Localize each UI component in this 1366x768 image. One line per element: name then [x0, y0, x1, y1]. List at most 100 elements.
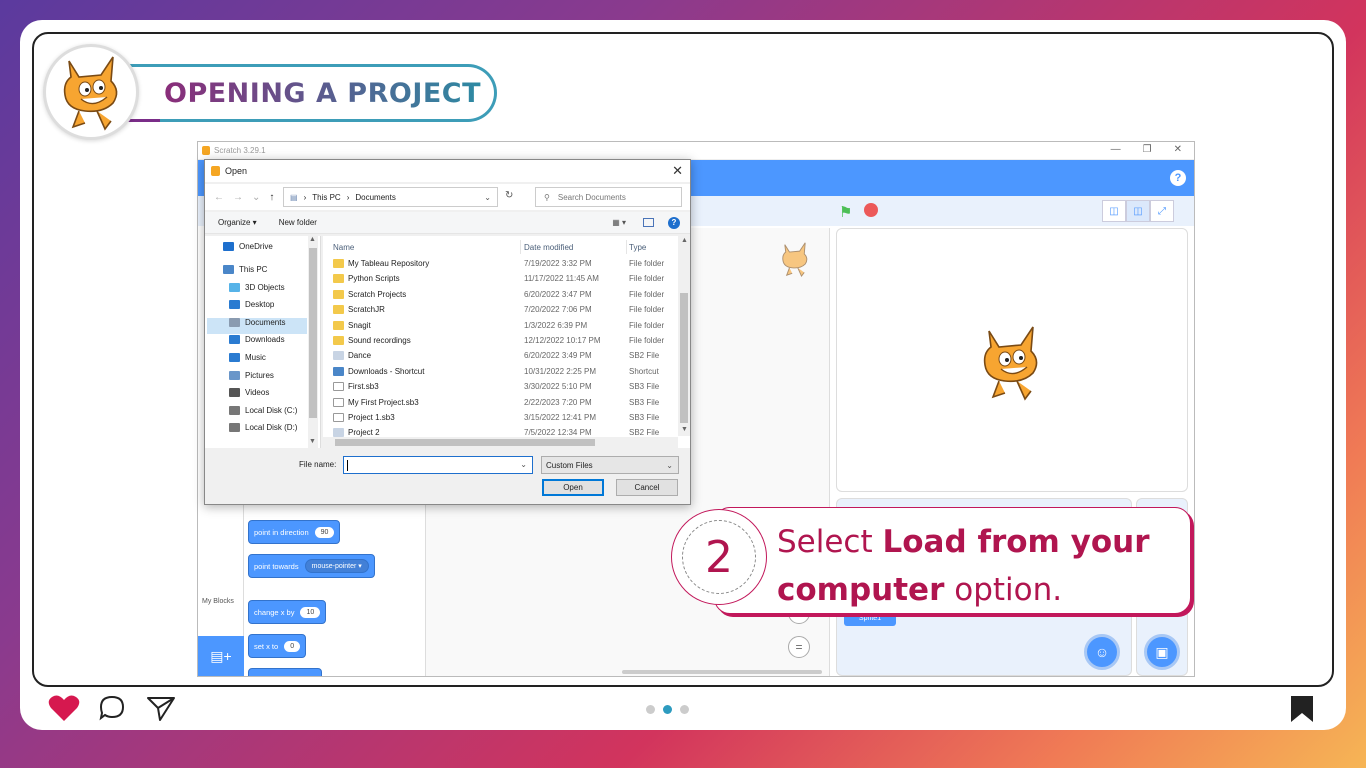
file-row[interactable]: Dance 6/20/2022 3:49 PM SB2 File	[333, 348, 679, 363]
nav-item[interactable]: Desktop	[229, 300, 274, 309]
carousel-dot[interactable]	[646, 705, 655, 714]
nav-item-icon	[229, 353, 240, 362]
normal-stage-icon[interactable]: ◫	[1126, 200, 1150, 222]
minimize-icon[interactable]: —	[1111, 144, 1121, 155]
open-button[interactable]: Open	[542, 479, 604, 496]
nav-item[interactable]: This PC	[223, 265, 267, 274]
nav-item[interactable]: Videos	[229, 388, 269, 397]
add-extension-icon[interactable]: ▤+	[198, 636, 244, 676]
file-name-cell: First.sb3	[333, 382, 379, 392]
help-icon[interactable]: ?	[668, 216, 680, 229]
refresh-icon[interactable]: ↻	[505, 190, 513, 201]
file-row[interactable]: ScratchJR 7/20/2022 7:06 PM File folder	[333, 302, 679, 317]
forward-arrow-icon[interactable]: →	[233, 192, 243, 203]
file-row[interactable]: Python Scripts 11/17/2022 11:45 AM File fo…	[333, 271, 679, 286]
file-row[interactable]: First.sb3 3/30/2022 5:10 PM SB3 File	[333, 379, 679, 394]
view-options-icon[interactable]: ▦ ▾	[612, 218, 626, 227]
nav-item[interactable]: Documents	[229, 318, 285, 327]
zoom-reset-icon[interactable]: =	[788, 636, 810, 658]
column-header-type[interactable]: Type	[629, 240, 685, 254]
help-icon[interactable]: ?	[1170, 170, 1186, 186]
green-flag-icon[interactable]: ⚑	[839, 203, 852, 221]
column-header-date[interactable]: Date modified	[524, 240, 627, 254]
choose-backdrop-icon[interactable]: ▣	[1144, 634, 1180, 670]
recent-chevron-icon[interactable]: ⌄	[252, 192, 260, 203]
choose-sprite-icon[interactable]: ☺	[1084, 634, 1120, 670]
nav-item[interactable]: Local Disk (C:)	[229, 406, 297, 415]
file-row[interactable]: Snagit 1/3/2022 6:39 PM File folder	[333, 318, 679, 333]
cancel-button[interactable]: Cancel	[616, 479, 678, 496]
back-arrow-icon[interactable]: ←	[214, 192, 224, 203]
stage[interactable]	[836, 228, 1188, 492]
my-blocks-category[interactable]: My Blocks	[202, 598, 234, 605]
chevron-down-icon[interactable]: ⌄	[520, 460, 527, 469]
up-arrow-icon[interactable]: ↑	[269, 192, 274, 203]
block-input[interactable]: 10	[300, 606, 321, 618]
file-type-cell: SB3 File	[629, 413, 660, 422]
tree-scroll-thumb[interactable]	[309, 248, 317, 418]
column-header-name[interactable]: Name	[333, 240, 521, 254]
file-row[interactable]: Sound recordings 12/12/2022 10:17 PM File …	[333, 333, 679, 348]
small-stage-icon[interactable]: ◫	[1102, 200, 1126, 222]
breadcrumb-documents[interactable]: Documents	[355, 193, 395, 202]
organize-button[interactable]: Organize ▾	[218, 218, 257, 227]
scroll-down-icon[interactable]: ▼	[309, 438, 316, 445]
list-scroll-down-icon[interactable]: ▼	[681, 426, 688, 433]
stop-icon[interactable]	[864, 203, 878, 217]
chevron-down-icon[interactable]: ⌄	[484, 193, 491, 202]
block-dropdown[interactable]: mouse-pointer ▾	[304, 559, 369, 573]
point-towards-block[interactable]: point towards mouse-pointer ▾	[248, 554, 375, 578]
new-folder-button[interactable]: New folder	[279, 218, 317, 227]
close-icon[interactable]: ✕	[1174, 144, 1182, 155]
nav-item[interactable]: Local Disk (D:)	[229, 423, 297, 432]
carousel-dot[interactable]	[663, 705, 672, 714]
callout-text-post: option.	[944, 572, 1063, 608]
scratch-window-title: Scratch 3.29.1	[214, 146, 266, 155]
partial-block[interactable]	[248, 668, 322, 676]
carousel-dot[interactable]	[680, 705, 689, 714]
file-list-scroll-thumb[interactable]	[680, 293, 688, 423]
nav-item[interactable]: Downloads	[229, 335, 285, 344]
scroll-up-icon[interactable]: ▲	[309, 236, 316, 243]
file-date-cell: 2/22/2023 7:20 PM	[524, 397, 592, 407]
list-scroll-up-icon[interactable]: ▲	[681, 237, 688, 244]
set-x-block[interactable]: set x to 0	[248, 634, 307, 658]
nav-item[interactable]: OneDrive	[223, 242, 273, 251]
block-input[interactable]: 90	[314, 526, 335, 538]
nav-item[interactable]: Pictures	[229, 371, 274, 380]
heart-icon[interactable]	[48, 694, 80, 722]
file-type-cell: File folder	[629, 336, 665, 345]
address-bar[interactable]: ▤ › This PC › Documents ⌄	[283, 187, 498, 207]
nav-item[interactable]: 3D Objects	[229, 283, 285, 292]
file-name-input[interactable]: ⌄	[343, 456, 533, 474]
dialog-title: Open	[225, 166, 248, 176]
share-icon[interactable]	[146, 694, 176, 722]
file-row[interactable]: My First Project.sb3 2/22/2023 7:20 PM SB3…	[333, 395, 679, 410]
fullscreen-icon[interactable]: ⤢	[1150, 200, 1174, 222]
change-x-block[interactable]: change x by 10	[248, 600, 327, 624]
file-type-cell: File folder	[629, 274, 665, 284]
file-row[interactable]: Downloads - Shortcut 10/31/2022 2:25 PM Sh…	[333, 364, 679, 379]
preview-pane-icon[interactable]	[643, 218, 654, 227]
comment-icon[interactable]	[98, 694, 126, 722]
file-list-hscroll-thumb[interactable]	[335, 439, 595, 446]
nav-item-icon	[229, 371, 240, 380]
file-row[interactable]: My Tableau Repository 7/19/2022 3:32 PM Fi…	[333, 256, 679, 271]
restore-icon[interactable]: ❐	[1143, 144, 1152, 155]
file-date-cell: 10/31/2022 2:25 PM	[524, 366, 597, 376]
file-type-select[interactable]: Custom Files ⌄	[541, 456, 679, 474]
point-in-direction-block[interactable]: point in direction 90	[248, 520, 341, 544]
file-row[interactable]: Scratch Projects 6/20/2022 3:47 PM File fo…	[333, 287, 679, 302]
nav-item-icon	[223, 265, 234, 274]
breadcrumb-this-pc[interactable]: This PC	[312, 193, 340, 202]
code-area-scrollbar[interactable]	[622, 670, 822, 674]
block-input[interactable]: 0	[284, 640, 301, 652]
nav-item[interactable]: Music	[229, 353, 266, 362]
stage-cat-sprite[interactable]	[975, 321, 1047, 405]
search-box[interactable]: ⚲ Search Documents	[535, 187, 682, 207]
block-label: point towards	[254, 561, 299, 571]
dialog-close-icon[interactable]: ✕	[672, 163, 683, 179]
bookmark-icon[interactable]	[1288, 694, 1316, 724]
file-row[interactable]: Project 1.sb3 3/15/2022 12:41 PM SB3 File	[333, 410, 679, 425]
file-date-cell: 11/17/2022 11:45 AM	[524, 274, 599, 284]
